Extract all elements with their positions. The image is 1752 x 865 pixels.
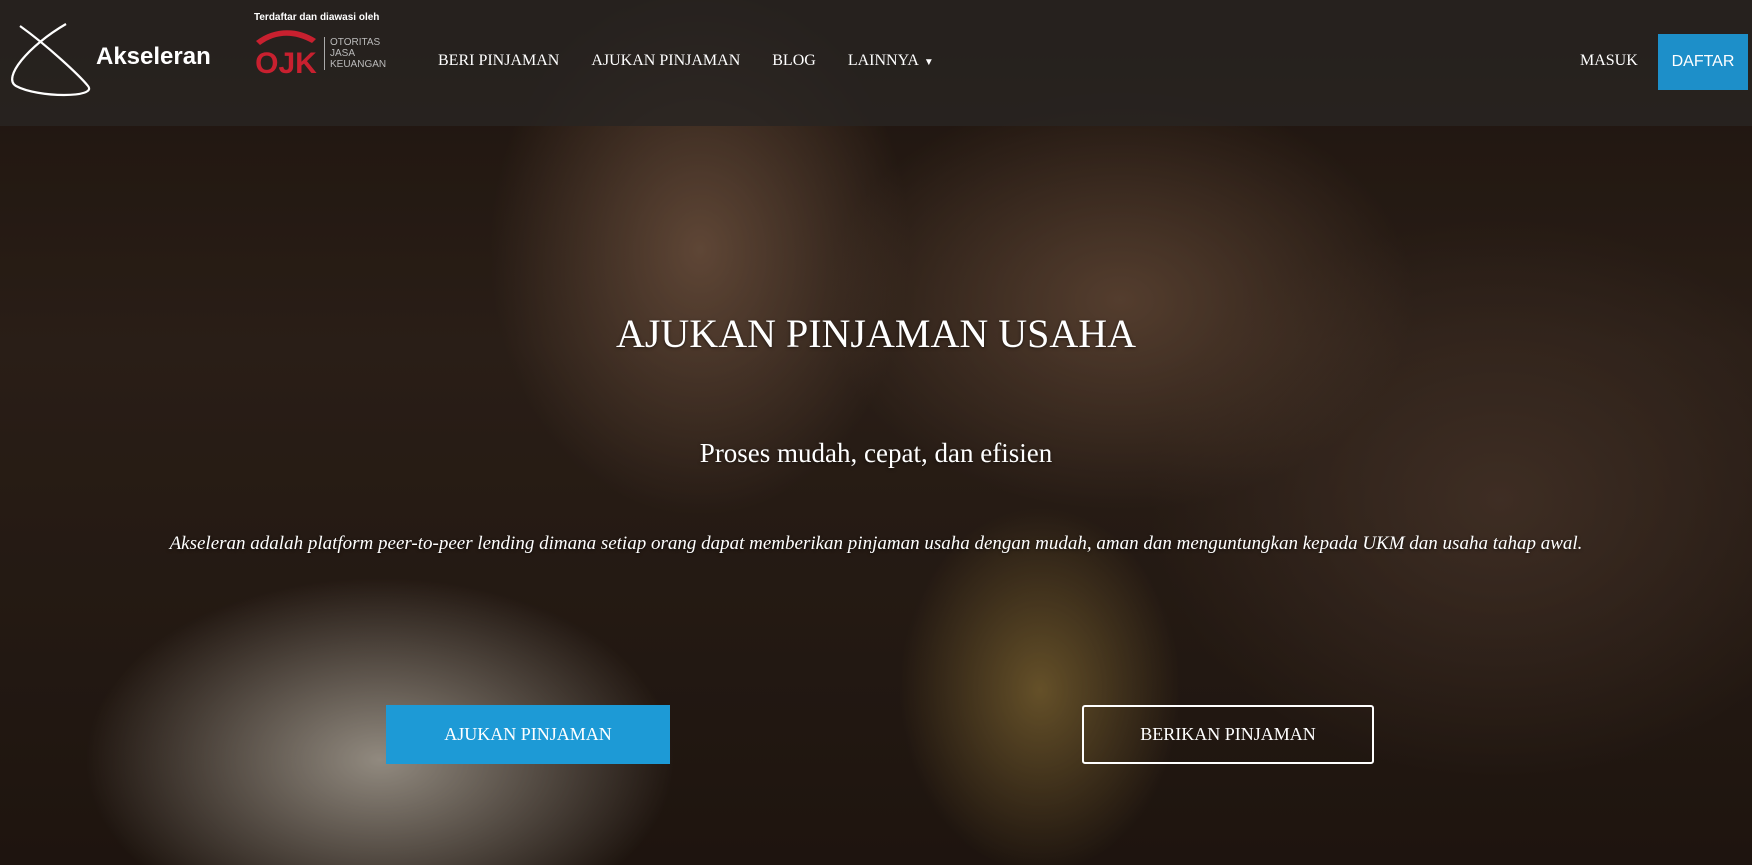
- ojk-name-line: JASA: [330, 47, 356, 59]
- hero-subtitle: Proses mudah, cepat, dan efisien: [699, 438, 1053, 468]
- nav-beri-pinjaman[interactable]: BERI PINJAMAN: [438, 52, 559, 70]
- hero-section: Akseleran Terdaftar dan diawasi oleh OJK…: [0, 0, 1752, 865]
- ojk-badge: Terdaftar dan diawasi oleh OJK OTORITAS …: [254, 12, 386, 79]
- ojk-fullname: OTORITAS JASA KEUANGAN: [324, 36, 387, 70]
- akseleran-swoosh-icon: [11, 23, 91, 97]
- hero-headline: AJUKAN PINJAMAN USAHA: [615, 311, 1137, 356]
- top-navbar: Akseleran Terdaftar dan diawasi oleh OJK…: [0, 0, 1752, 126]
- ojk-letters: OJK: [255, 47, 317, 79]
- akseleran-logo[interactable]: Akseleran: [8, 16, 211, 98]
- nav-lainnya-dropdown[interactable]: LAINNYA ▼: [848, 52, 934, 70]
- register-button[interactable]: DAFTAR: [1658, 34, 1748, 90]
- nav-blog[interactable]: BLOG: [772, 52, 816, 70]
- nav-ajukan-pinjaman[interactable]: AJUKAN PINJAMAN: [591, 52, 740, 70]
- ojk-logo-icon: OJK: [255, 30, 317, 79]
- login-link[interactable]: MASUK: [1580, 52, 1638, 70]
- caret-down-icon: ▼: [923, 57, 934, 68]
- hero-description: Akseleran adalah platform peer-to-peer l…: [169, 533, 1583, 554]
- ojk-caption: Terdaftar dan diawasi oleh: [254, 12, 380, 23]
- brand-name: Akseleran: [96, 43, 211, 70]
- apply-loan-button[interactable]: AJUKAN PINJAMAN: [386, 705, 670, 764]
- nav-lainnya-label: LAINNYA: [847, 52, 919, 69]
- ojk-name-line: KEUANGAN: [330, 58, 387, 70]
- main-menu: BERI PINJAMAN AJUKAN PINJAMAN BLOG LAINN…: [438, 52, 966, 70]
- hero-overlay: [0, 0, 1752, 865]
- ojk-name-line: OTORITAS: [330, 36, 381, 48]
- give-loan-button[interactable]: BERIKAN PINJAMAN: [1082, 705, 1374, 764]
